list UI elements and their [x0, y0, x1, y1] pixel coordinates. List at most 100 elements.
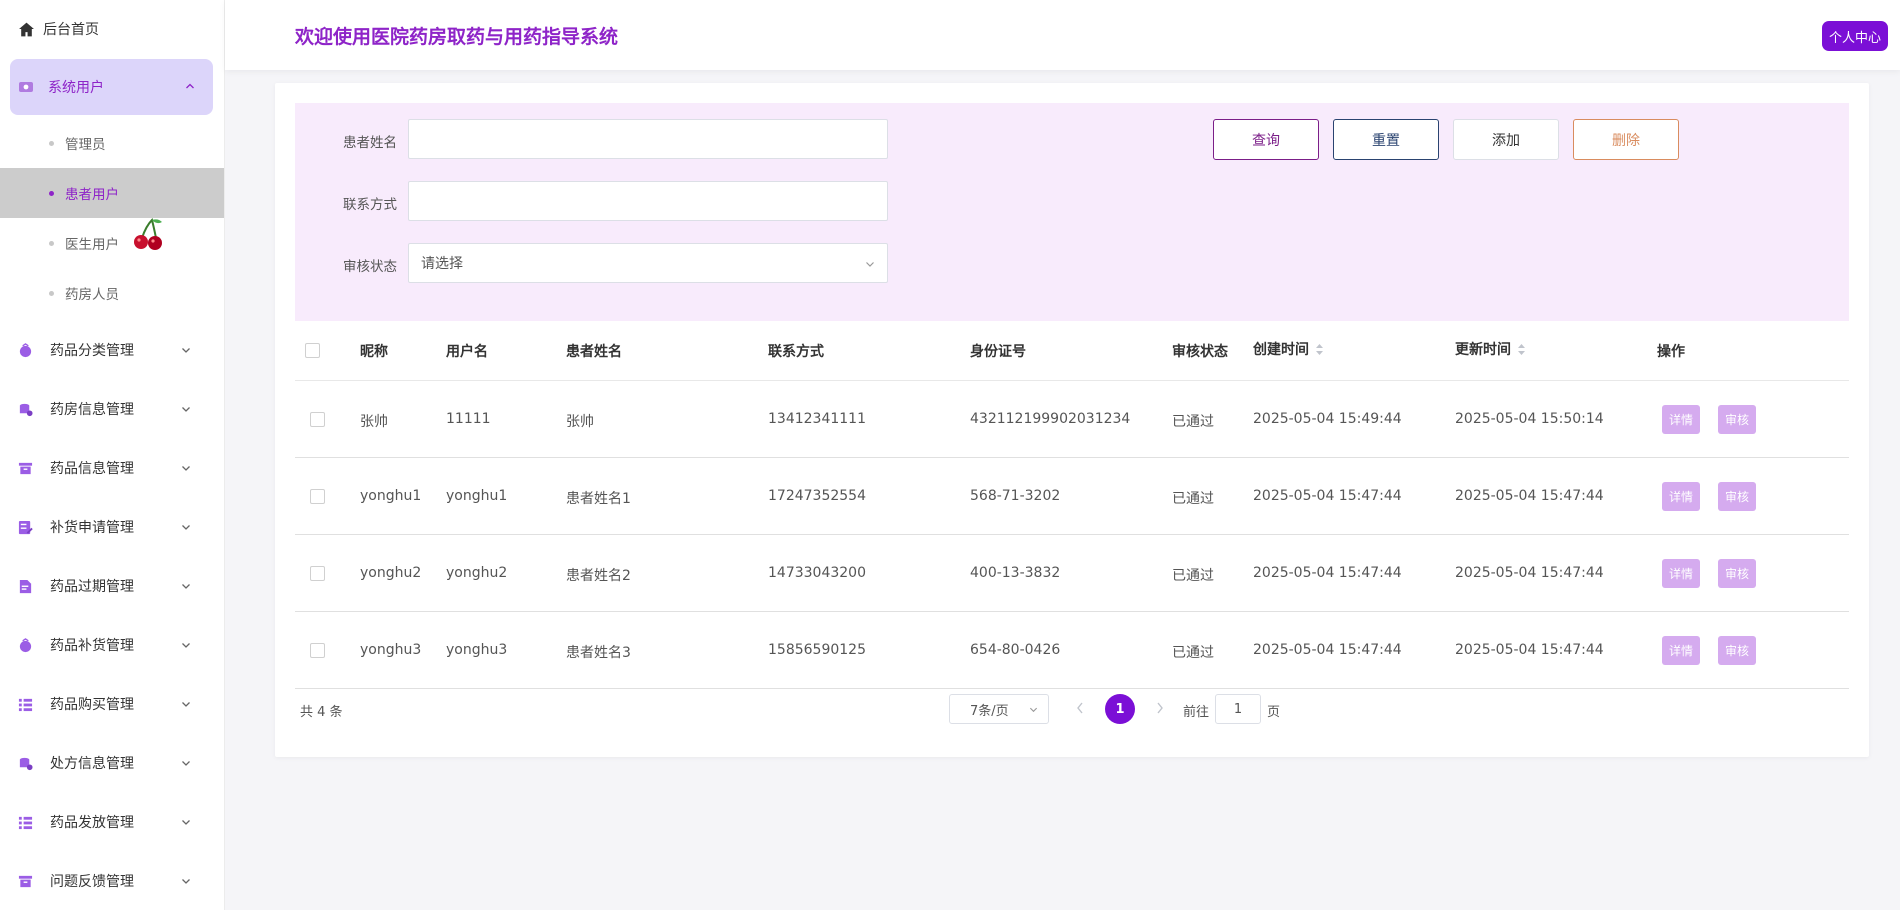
chevron-down-icon: [182, 879, 190, 884]
sidebar-menu-restock-request[interactable]: 补货申请管理: [0, 507, 224, 547]
sidebar-menu-pharmacy-info[interactable]: 药房信息管理: [0, 389, 224, 429]
form-icon: [18, 520, 33, 534]
audit-button[interactable]: 审核: [1718, 482, 1757, 511]
sidebar-item-label: 药房人员: [65, 287, 119, 303]
sidebar-menu-feedback[interactable]: 问题反馈管理: [0, 861, 224, 901]
cell-audit-status: 已通过: [1172, 414, 1214, 430]
sidebar-menu-label: 补货申请管理: [50, 520, 134, 536]
cell-patient-name: 张帅: [566, 414, 594, 430]
cell-id-number: 654-80-0426: [970, 642, 1061, 658]
select-all-checkbox[interactable]: [305, 343, 320, 358]
sidebar-menu-label: 处方信息管理: [50, 756, 134, 772]
sidebar-menu-drug-purchase[interactable]: 药品购买管理: [0, 684, 224, 724]
detail-button[interactable]: 详情: [1662, 482, 1701, 511]
cell-id-number: 432112199902031234: [970, 411, 1131, 427]
audit-status-select[interactable]: 请选择: [408, 243, 888, 283]
bullet-dot-icon: [49, 290, 54, 296]
cell-username: 11111: [446, 411, 491, 427]
sidebar-menu-label: 药品信息管理: [50, 461, 134, 477]
sidebar-menu-prescription-info[interactable]: 处方信息管理: [0, 743, 224, 783]
audit-button[interactable]: 审核: [1718, 405, 1757, 434]
cell-created-time: 2025-05-04 15:47:44: [1253, 642, 1402, 658]
sort-icon: [1518, 343, 1525, 355]
sidebar-home[interactable]: 后台首页: [18, 18, 99, 40]
audit-button[interactable]: 审核: [1718, 636, 1757, 665]
table-row: yonghu2 yonghu2 患者姓名2 14733043200 400-13…: [295, 535, 1849, 612]
row-checkbox[interactable]: [310, 489, 325, 504]
column-created-time[interactable]: 创建时间: [1253, 339, 1324, 359]
sidebar-group-label: 系统用户: [48, 80, 104, 96]
add-button[interactable]: 添加: [1453, 119, 1559, 160]
chevron-down-icon: [866, 262, 874, 267]
next-page-icon[interactable]: [1155, 701, 1165, 715]
prev-page-icon[interactable]: [1075, 701, 1085, 715]
goto-page-input[interactable]: 1: [1215, 694, 1261, 724]
bullet-dot-icon: [49, 190, 54, 196]
cell-updated-time: 2025-05-04 15:47:44: [1455, 565, 1604, 581]
cell-created-time: 2025-05-04 15:49:44: [1253, 411, 1402, 427]
reset-button[interactable]: 重置: [1333, 119, 1439, 160]
sidebar-item-label: 管理员: [65, 137, 106, 153]
row-checkbox[interactable]: [310, 566, 325, 581]
sidebar-menu-drug-restock[interactable]: 药品补货管理: [0, 625, 224, 665]
category-icon: [19, 342, 32, 357]
page-size-select[interactable]: 7条/页: [949, 694, 1049, 724]
patient-name-input[interactable]: [408, 119, 888, 159]
sidebar-menu-label: 药品分类管理: [50, 343, 134, 359]
query-button[interactable]: 查询: [1213, 119, 1319, 160]
audit-status-label: 审核状态: [343, 259, 397, 275]
phone-input[interactable]: [408, 181, 888, 221]
sidebar-menu-label: 问题反馈管理: [50, 874, 134, 890]
sidebar: 后台首页 系统用户 管理员 患者用户 医生用户 药房人员 药品分类管理 药房信息…: [0, 0, 225, 910]
sidebar-item-doctor-users[interactable]: 医生用户: [0, 218, 224, 268]
profile-button[interactable]: 个人中心: [1821, 21, 1888, 51]
table-row: 张帅 11111 张帅 13412341111 4321121999020312…: [295, 381, 1849, 458]
table-header: 昵称 用户名 患者姓名 联系方式 身份证号 审核状态 创建时间 更新时间 操作: [295, 321, 1849, 381]
sidebar-menu-drug-dispense[interactable]: 药品发放管理: [0, 802, 224, 842]
sidebar-home-label: 后台首页: [43, 22, 99, 38]
sidebar-item-patient-users[interactable]: 患者用户: [0, 168, 224, 218]
row-checkbox[interactable]: [310, 412, 325, 427]
cell-phone: 15856590125: [768, 642, 866, 658]
cell-patient-name: 患者姓名3: [566, 645, 631, 661]
bullet-dot-icon: [49, 140, 54, 146]
sidebar-item-admin[interactable]: 管理员: [0, 118, 224, 168]
column-updated-time[interactable]: 更新时间: [1455, 339, 1526, 359]
chevron-down-icon: [182, 407, 190, 412]
detail-button[interactable]: 详情: [1662, 405, 1701, 434]
cell-updated-time: 2025-05-04 15:47:44: [1455, 488, 1604, 504]
cell-audit-status: 已通过: [1172, 645, 1214, 661]
cell-phone: 13412341111: [768, 411, 866, 427]
cell-nickname: 张帅: [360, 414, 388, 430]
document-icon: [19, 579, 32, 593]
delete-button[interactable]: 删除: [1573, 119, 1679, 160]
patient-table: 昵称 用户名 患者姓名 联系方式 身份证号 审核状态 创建时间 更新时间 操作 …: [295, 321, 1849, 689]
sidebar-menu-drug-info[interactable]: 药品信息管理: [0, 448, 224, 488]
row-checkbox[interactable]: [310, 643, 325, 658]
audit-button[interactable]: 审核: [1718, 559, 1757, 588]
sidebar-menu-drug-category[interactable]: 药品分类管理: [0, 330, 224, 370]
sidebar-menu-drug-expiry[interactable]: 药品过期管理: [0, 566, 224, 606]
chevron-down-icon: [1029, 707, 1038, 713]
column-actions: 操作: [1657, 344, 1685, 360]
page-number-current[interactable]: 1: [1105, 694, 1135, 724]
detail-button[interactable]: 详情: [1662, 636, 1701, 665]
list-icon: [18, 698, 33, 711]
sidebar-item-pharmacy-staff[interactable]: 药房人员: [0, 268, 224, 318]
column-nickname: 昵称: [360, 344, 388, 360]
cell-updated-time: 2025-05-04 15:50:14: [1455, 411, 1604, 427]
total-count: 共 4 条: [300, 705, 343, 720]
home-icon: [19, 22, 34, 36]
cell-nickname: yonghu3: [360, 642, 422, 658]
cell-username: yonghu1: [446, 488, 508, 504]
cell-created-time: 2025-05-04 15:47:44: [1253, 488, 1402, 504]
patient-name-label: 患者姓名: [343, 135, 397, 151]
database-icon: [19, 403, 33, 416]
sidebar-menu-label: 药品购买管理: [50, 697, 134, 713]
cherry-icon: [134, 218, 162, 250]
detail-button[interactable]: 详情: [1662, 559, 1701, 588]
cell-id-number: 400-13-3832: [970, 565, 1061, 581]
cell-phone: 17247352554: [768, 488, 866, 504]
sidebar-item-label: 医生用户: [65, 237, 119, 253]
sidebar-group-system-users[interactable]: 系统用户: [10, 59, 213, 115]
